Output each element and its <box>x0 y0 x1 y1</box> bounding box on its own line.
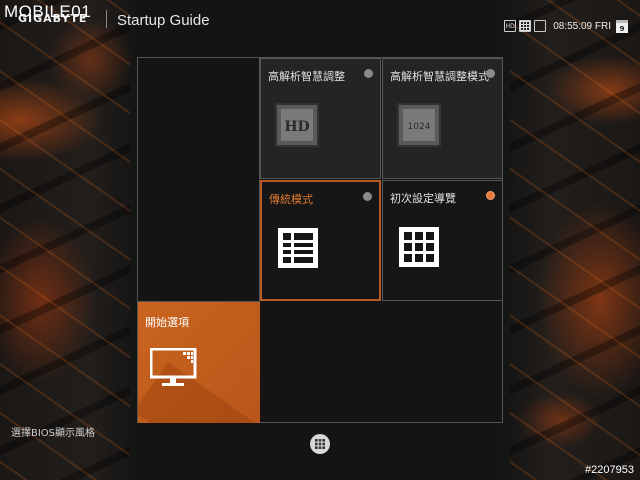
hd-icon: HD <box>275 103 319 147</box>
tile-label: 初次設定導覽 <box>390 192 456 205</box>
tile-smart-hd[interactable]: 高解析智慧調整 HD <box>260 58 381 179</box>
window-icon[interactable] <box>534 20 547 32</box>
lava-background-left <box>0 0 130 480</box>
tile-first-setup[interactable]: 初次設定導覽 <box>382 180 503 301</box>
calendar-icon: 9 <box>616 19 628 33</box>
hd-icon[interactable]: HD <box>504 20 517 32</box>
grid-icon[interactable] <box>519 20 532 32</box>
monitor-icon <box>150 348 197 386</box>
list-layout-icon <box>278 228 318 268</box>
radio-indicator <box>363 192 372 201</box>
grid-layout-icon <box>399 227 439 267</box>
radio-indicator <box>486 69 495 78</box>
hd-icon-text: HD <box>284 119 309 135</box>
watermark-logo: MOBILE01 <box>4 2 92 21</box>
apps-button[interactable] <box>310 434 330 454</box>
radio-indicator <box>364 69 373 78</box>
post-id: #2207953 <box>585 464 634 476</box>
header: GIGABYTE Startup Guide MOBILE01 HD 08:55… <box>0 0 640 36</box>
header-separator <box>106 10 107 28</box>
tile-classic[interactable]: 傳統模式 <box>260 180 381 301</box>
lava-background-right <box>510 0 640 480</box>
empty-cell <box>138 58 260 302</box>
start-options-label: 開始選項 <box>145 316 189 329</box>
radio-indicator-checked <box>486 191 495 200</box>
1024-icon: 1024 <box>397 103 441 147</box>
clock: 08:55:09 FRI <box>553 20 611 32</box>
page-title: Startup Guide <box>117 12 210 29</box>
grid-icon <box>315 439 325 449</box>
tile-label: 高解析智慧調整模式 <box>390 70 489 83</box>
start-options-tile[interactable]: 開始選項 <box>138 302 260 423</box>
tile-label: 高解析智慧調整 <box>268 70 345 83</box>
tile-label: 傳統模式 <box>269 193 313 206</box>
bios-style-hint: 選擇BIOS顯示風格 <box>11 428 96 439</box>
tile-smart-hd-mode[interactable]: 高解析智慧調整模式 1024 <box>382 58 503 179</box>
1024-icon-text: 1024 <box>408 122 431 132</box>
status-bar: HD 08:55:09 FRI 9 <box>504 18 628 34</box>
mode-grid: 高解析智慧調整 HD 高解析智慧調整模式 1024 傳統模式 初次設定導覽 開始… <box>137 57 503 423</box>
